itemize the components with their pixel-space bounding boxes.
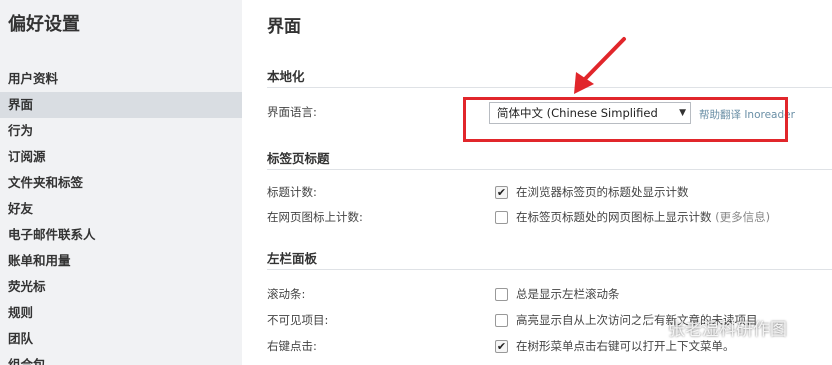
annotation-highlight-box [463, 97, 788, 142]
sidebar-item-teams[interactable]: 团队 [0, 326, 242, 352]
sidebar-item-rules[interactable]: 规则 [0, 300, 242, 326]
right-click-label: 右键点击: [267, 339, 317, 353]
favicon-count-checkbox[interactable] [495, 210, 508, 224]
sidebar-title: 偏好设置 [8, 14, 80, 35]
title-count-row: 标题计数: ✔ 在浏览器标签页的标题处显示计数 [267, 182, 832, 202]
right-click-option: ✔ 在树形菜单点击右键可以打开上下文菜单。 [495, 338, 735, 354]
main-panel: 界面 本地化 界面语言: 简体中文 (Chinese Simplified ▼ … [242, 0, 832, 365]
favicon-count-row: 在网页图标上计数: 在标签页标题处的网页图标上显示计数 (更多信息) [267, 207, 832, 227]
watermark-text: 张老湿科研作图 [668, 320, 787, 340]
annotation-arrow-icon [574, 37, 626, 94]
right-click-text: 在树形菜单点击右键可以打开上下文菜单。 [516, 339, 735, 353]
check-icon: ✔ [496, 339, 507, 353]
section-title-left-panel: 左栏面板 [267, 248, 832, 270]
favicon-count-label: 在网页图标上计数: [267, 210, 363, 224]
language-label: 界面语言: [267, 105, 317, 119]
right-click-checkbox[interactable]: ✔ [495, 339, 508, 353]
title-count-text: 在浏览器标签页的标题处显示计数 [516, 185, 689, 199]
sidebar-item-billing-usage[interactable]: 账单和用量 [0, 248, 242, 274]
favicon-count-text: 在标签页标题处的网页图标上显示计数 (更多信息) [516, 209, 770, 225]
check-icon: ✔ [496, 185, 507, 199]
sidebar-item-email-contacts[interactable]: 电子邮件联系人 [0, 222, 242, 248]
page-title: 界面 [267, 17, 301, 37]
sidebar-item-behavior[interactable]: 行为 [0, 118, 242, 144]
watermark: 张老湿科研作图 [640, 315, 787, 340]
sidebar-item-highlighter[interactable]: 荧光标 [0, 274, 242, 300]
scrollbar-label: 滚动条: [267, 287, 306, 301]
sidebar-item-interface[interactable]: 界面 [0, 92, 242, 118]
left-panel-section: 左栏面板 滚动条: 总是显示左栏滚动条 不可见项目: 高亮显示自从上次访问之后有… [267, 248, 832, 353]
sidebar-item-bundles[interactable]: 组合包 [0, 352, 242, 365]
sidebar-nav: 用户资料 界面 行为 订阅源 文件夹和标签 好友 电子邮件联系人 账单和用量 荧… [0, 66, 242, 365]
localization-section: 本地化 界面语言: 简体中文 (Chinese Simplified ▼ 帮助翻… [267, 66, 832, 124]
sidebar-item-folders-tags[interactable]: 文件夹和标签 [0, 170, 242, 196]
more-info-link[interactable]: (更多信息) [715, 210, 770, 224]
invisible-items-label: 不可见项目: [267, 313, 329, 327]
sidebar-item-subscriptions[interactable]: 订阅源 [0, 144, 242, 170]
sidebar-item-friends[interactable]: 好友 [0, 196, 242, 222]
section-title-tab-title: 标签页标题 [267, 148, 832, 170]
scrollbar-row: 滚动条: 总是显示左栏滚动条 [267, 284, 832, 304]
favicon-count-text-main: 在标签页标题处的网页图标上显示计数 [516, 210, 712, 224]
title-count-option: ✔ 在浏览器标签页的标题处显示计数 [495, 184, 689, 200]
favicon-count-option: 在标签页标题处的网页图标上显示计数 (更多信息) [495, 209, 770, 225]
sidebar: 偏好设置 用户资料 界面 行为 订阅源 文件夹和标签 好友 电子邮件联系人 账单… [0, 0, 242, 365]
invisible-items-checkbox[interactable] [495, 313, 508, 327]
title-count-label: 标题计数: [267, 185, 317, 199]
title-count-checkbox[interactable]: ✔ [495, 185, 508, 199]
scrollbar-text: 总是显示左栏滚动条 [516, 287, 620, 301]
wechat-icon [640, 318, 662, 336]
tab-title-section: 标签页标题 标题计数: ✔ 在浏览器标签页的标题处显示计数 在网页图标上计数: … [267, 148, 832, 224]
scrollbar-option: 总是显示左栏滚动条 [495, 286, 620, 302]
scrollbar-checkbox[interactable] [495, 287, 508, 301]
sidebar-item-profile[interactable]: 用户资料 [0, 66, 242, 92]
section-title-localization: 本地化 [267, 66, 832, 88]
